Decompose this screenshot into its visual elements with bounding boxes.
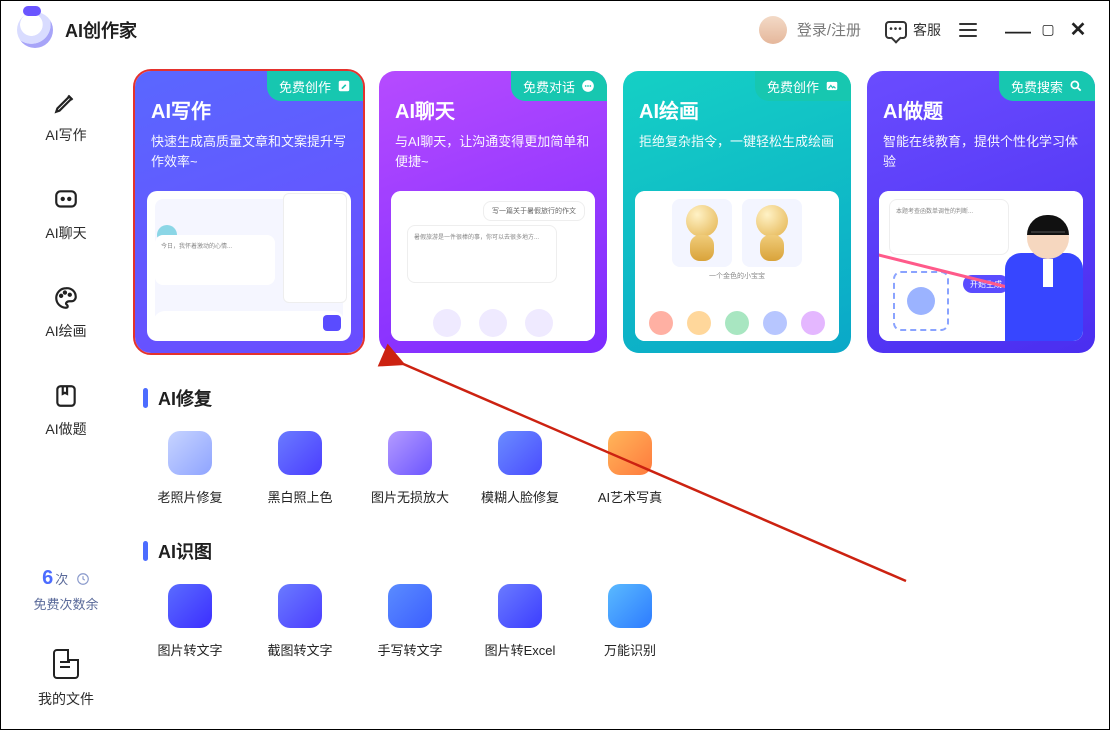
tool-colorize[interactable]: 黑白照上色 <box>265 431 335 506</box>
service-label: 客服 <box>913 20 941 40</box>
tool-icon <box>608 431 652 475</box>
avatar-icon[interactable] <box>759 16 787 44</box>
tool-image-to-text[interactable]: 图片转文字 <box>155 584 225 659</box>
nav-label: AI聊天 <box>45 223 86 243</box>
tool-deblur-face[interactable]: 模糊人脸修复 <box>485 431 555 506</box>
repair-tools-row: 老照片修复 黑白照上色 图片无损放大 模糊人脸修复 AI艺术写真 <box>155 431 1097 506</box>
window-minimize-button[interactable]: — <box>1003 25 1033 35</box>
card-desc: 智能在线教育，提供个性化学习体验 <box>883 132 1079 172</box>
window-close-button[interactable]: ✕ <box>1063 17 1093 42</box>
badge-label: 免费创作 <box>279 77 331 96</box>
file-icon <box>53 649 79 679</box>
sidebar-item-writing[interactable]: AI写作 <box>45 87 86 145</box>
search-icon <box>1069 79 1083 93</box>
app-title: AI创作家 <box>65 17 137 43</box>
title-bar: AI创作家 登录/注册 ••• 客服 — ▢ ✕ <box>1 1 1109 59</box>
remaining-count: 6次 <box>42 567 90 590</box>
card-preview: 一个金色的小宝宝 <box>635 191 839 341</box>
hamburger-menu-icon[interactable] <box>959 23 977 37</box>
sidebar-item-chat[interactable]: AI聊天 <box>45 185 86 243</box>
section-header-repair: AI修复 <box>143 385 1097 411</box>
card-desc: 快速生成高质量文章和文案提升写作效率~ <box>151 132 347 172</box>
count-number: 6 <box>42 567 53 589</box>
edit-icon <box>337 79 351 93</box>
section-header-ocr: AI识图 <box>143 538 1097 564</box>
feature-cards-row: 免费创作 AI写作 快速生成高质量文章和文案提升写作效率~ 今日，我怀着激动的心… <box>135 71 1097 353</box>
login-link[interactable]: 登录/注册 <box>797 19 861 40</box>
palette-icon <box>51 283 81 313</box>
sidebar: AI写作 AI聊天 AI绘画 AI做题 6次 免费次数余 <box>1 59 131 731</box>
sidebar-item-draw[interactable]: AI绘画 <box>45 283 86 341</box>
section-title: AI识图 <box>158 538 212 564</box>
card-badge: 免费创作 <box>755 71 851 101</box>
card-ai-homework[interactable]: 免费搜索 AI做题 智能在线教育，提供个性化学习体验 本题考查函数单调性的判断.… <box>867 71 1095 353</box>
tool-label: 手写转文字 <box>377 640 442 659</box>
sidebar-item-files[interactable]: 我的文件 <box>38 649 94 709</box>
tool-handwriting-to-text[interactable]: 手写转文字 <box>375 584 445 659</box>
nav-label: AI绘画 <box>45 321 86 341</box>
remaining-label: 免费次数余 <box>33 594 98 613</box>
tool-label: 模糊人脸修复 <box>481 487 559 506</box>
tool-label: 图片转文字 <box>157 640 222 659</box>
tool-label: 图片无损放大 <box>371 487 449 506</box>
ocr-tools-row: 图片转文字 截图转文字 手写转文字 图片转Excel 万能识别 <box>155 584 1097 659</box>
tool-icon <box>168 431 212 475</box>
tool-upscale[interactable]: 图片无损放大 <box>375 431 445 506</box>
card-badge: 免费搜索 <box>999 71 1095 101</box>
tool-icon <box>498 431 542 475</box>
card-desc: 拒绝复杂指令，一键轻松生成绘画 <box>639 132 835 152</box>
tool-label: 图片转Excel <box>485 640 556 659</box>
bookmark-icon <box>51 381 81 411</box>
badge-label: 免费对话 <box>523 77 575 96</box>
message-icon <box>51 185 81 215</box>
chat-bubble-icon: ••• <box>885 21 907 39</box>
card-ai-draw[interactable]: 免费创作 AI绘画 拒绝复杂指令，一键轻松生成绘画 一个金色的小宝宝 <box>623 71 851 353</box>
card-badge: 免费对话 <box>511 71 607 101</box>
main-content: 免费创作 AI写作 快速生成高质量文章和文案提升写作效率~ 今日，我怀着激动的心… <box>131 59 1109 731</box>
tool-icon <box>498 584 542 628</box>
card-ai-chat[interactable]: 免费对话 AI聊天 与AI聊天，让沟通变得更加简单和便捷~ 写一篇关于暑假旅行的… <box>379 71 607 353</box>
tool-image-to-excel[interactable]: 图片转Excel <box>485 584 555 659</box>
chat-icon <box>581 79 595 93</box>
tool-label: 老照片修复 <box>157 487 222 506</box>
tool-art-portrait[interactable]: AI艺术写真 <box>595 431 665 506</box>
section-title: AI修复 <box>158 385 212 411</box>
app-logo-icon <box>17 12 53 48</box>
window-maximize-button[interactable]: ▢ <box>1033 21 1063 38</box>
nav-label: AI做题 <box>45 419 86 439</box>
card-ai-writing[interactable]: 免费创作 AI写作 快速生成高质量文章和文案提升写作效率~ 今日，我怀着激动的心… <box>135 71 363 353</box>
tool-old-photo-repair[interactable]: 老照片修复 <box>155 431 225 506</box>
tool-icon <box>278 584 322 628</box>
sidebar-item-homework[interactable]: AI做题 <box>45 381 86 439</box>
tool-icon <box>608 584 652 628</box>
card-desc: 与AI聊天，让沟通变得更加简单和便捷~ <box>395 132 591 172</box>
tool-icon <box>388 584 432 628</box>
tool-label: AI艺术写真 <box>598 487 662 506</box>
tool-icon <box>168 584 212 628</box>
pen-icon <box>51 87 81 117</box>
card-preview: 今日，我怀着激动的心情... <box>147 191 351 341</box>
tool-label: 万能识别 <box>604 640 656 659</box>
teacher-illustration <box>991 217 1083 341</box>
tool-label: 截图转文字 <box>267 640 332 659</box>
tool-icon <box>278 431 322 475</box>
customer-service-button[interactable]: ••• 客服 <box>885 20 941 40</box>
badge-label: 免费创作 <box>767 77 819 96</box>
tool-icon <box>388 431 432 475</box>
count-unit: 次 <box>55 572 68 587</box>
card-preview: 写一篇关于暑假旅行的作文 暑假旅游是一件很棒的事，你可以去很多地方... <box>391 191 595 341</box>
tool-universal-ocr[interactable]: 万能识别 <box>595 584 665 659</box>
badge-label: 免费搜索 <box>1011 77 1063 96</box>
card-badge: 免费创作 <box>267 71 363 101</box>
files-label: 我的文件 <box>38 689 94 709</box>
tool-screenshot-to-text[interactable]: 截图转文字 <box>265 584 335 659</box>
card-preview: 本题考查函数单调性的判断... 开始生成 <box>879 191 1083 341</box>
tool-label: 黑白照上色 <box>267 487 332 506</box>
image-icon <box>825 79 839 93</box>
nav-label: AI写作 <box>45 125 86 145</box>
